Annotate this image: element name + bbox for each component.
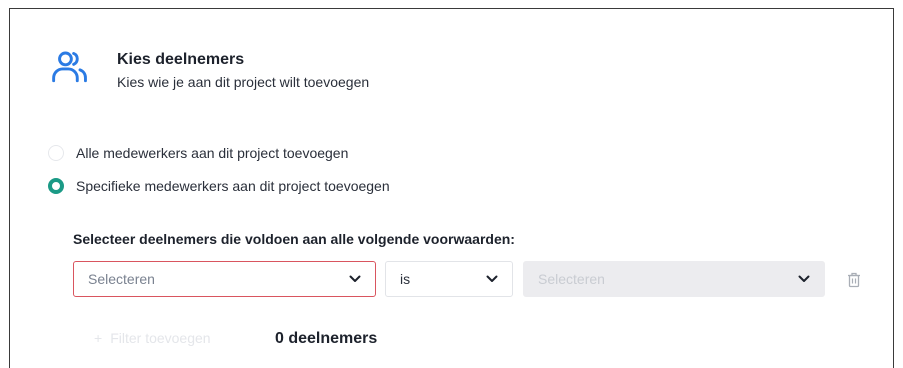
chevron-down-icon (349, 275, 361, 282)
option-label: Specifieke medewerkers aan dit project t… (76, 178, 390, 194)
radio-selected[interactable] (48, 178, 64, 194)
page-subtitle: Kies wie je aan dit project wilt toevoeg… (117, 74, 370, 90)
conditions-label: Selecteer deelnemers die voldoen aan all… (73, 231, 515, 247)
add-filter-label: Filter toevoegen (110, 330, 211, 346)
value-select-disabled: Selecteren (523, 261, 825, 297)
operator-select[interactable]: is (385, 261, 513, 297)
add-filter-button[interactable]: + Filter toevoegen (94, 330, 211, 346)
users-icon (52, 51, 87, 83)
field-select[interactable]: Selecteren (73, 261, 376, 297)
trash-icon[interactable] (847, 272, 861, 288)
option-specific-employees[interactable]: Specifieke medewerkers aan dit project t… (48, 178, 390, 194)
option-all-employees[interactable]: Alle medewerkers aan dit project toevoeg… (48, 145, 348, 161)
chevron-down-icon (486, 275, 498, 282)
plus-icon: + (94, 330, 103, 346)
field-select-value: Selecteren (88, 271, 155, 287)
operator-select-value: is (400, 271, 411, 287)
participant-count: 0 deelnemers (275, 330, 378, 347)
radio-unselected[interactable] (48, 145, 64, 161)
value-select-value: Selecteren (538, 271, 605, 287)
option-label: Alle medewerkers aan dit project toevoeg… (76, 145, 349, 161)
page-title: Kies deelnemers (117, 51, 245, 68)
chevron-down-icon (798, 275, 810, 282)
